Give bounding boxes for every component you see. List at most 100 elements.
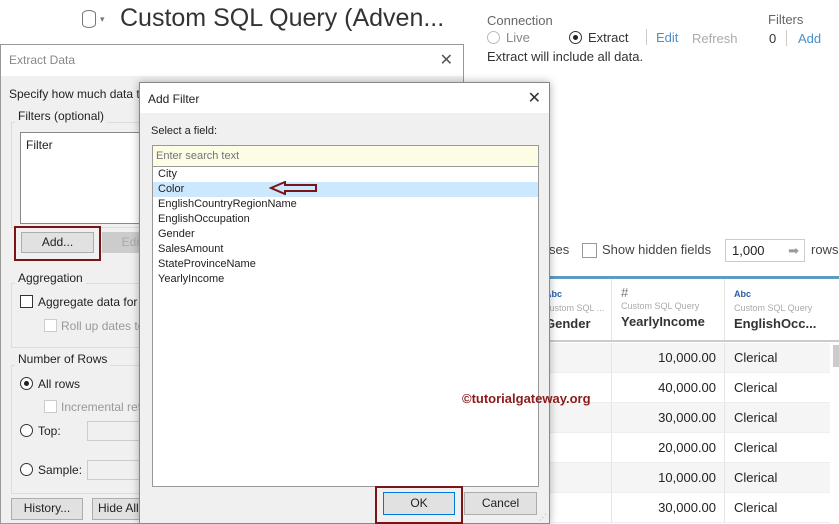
add-button[interactable]: Add...	[21, 232, 94, 253]
occupation-cell: Clerical	[725, 373, 830, 403]
income-cell: 30,000.00	[612, 403, 725, 433]
filters-label: Filters	[768, 12, 804, 27]
extract-note: Extract will include all data.	[487, 49, 644, 64]
income-cell: 10,000.00	[612, 463, 725, 493]
extract-radio[interactable]	[569, 31, 582, 44]
dialog-title-bar: Extract Data ✕	[1, 45, 463, 76]
red-arrow-annotation	[268, 180, 319, 196]
database-icon	[82, 10, 96, 28]
live-label: Live	[506, 30, 530, 45]
filters-group-label: Filters (optional)	[15, 109, 108, 123]
table-row: 10,000.00 Clerical	[549, 343, 830, 373]
number-type-icon: #	[621, 285, 629, 300]
occupation-cell: Clerical	[725, 433, 830, 463]
rows-value: 1,000	[732, 243, 765, 258]
table-row: 20,000.00 Clerical	[549, 433, 830, 463]
field-list[interactable]: City Color EnglishCountryRegionName English…	[152, 167, 539, 487]
sample-radio[interactable]	[20, 463, 33, 476]
chevron-down-icon[interactable]: ▾	[100, 14, 105, 25]
rows-label: rows	[811, 242, 839, 257]
column-header-gender[interactable]: Abc Custom SQL ... Gender	[549, 279, 612, 340]
divider	[786, 30, 787, 46]
connection-label: Connection	[487, 13, 553, 28]
watermark: ©tutorialgateway.org	[462, 391, 591, 406]
all-rows-radio[interactable]	[20, 377, 33, 390]
top-radio[interactable]	[20, 424, 33, 437]
income-cell: 20,000.00	[612, 433, 725, 463]
search-input[interactable]	[152, 145, 539, 167]
dialog-title: Extract Data	[9, 53, 76, 67]
column-source: Custom SQL Query	[621, 301, 700, 311]
income-cell: 30,000.00	[612, 493, 725, 523]
cancel-button[interactable]: Cancel	[464, 492, 537, 515]
string-type-icon: Abc	[734, 289, 752, 299]
rows-input[interactable]: 1,000 ➡	[725, 239, 805, 262]
field-item[interactable]: SalesAmount	[153, 242, 538, 257]
divider	[646, 29, 647, 45]
filter-column-header: Filter	[26, 138, 53, 152]
intro-text: Specify how much data to e	[9, 87, 157, 101]
aggregate-label: Aggregate data for vi	[38, 295, 150, 309]
close-icon[interactable]: ✕	[440, 50, 453, 70]
gender-cell	[549, 493, 612, 523]
table-row: 30,000.00 Clerical	[549, 403, 830, 433]
field-item[interactable]: Gender	[153, 227, 538, 242]
gender-cell	[549, 463, 612, 493]
field-item[interactable]: Color	[153, 182, 538, 197]
show-hidden-checkbox[interactable]	[582, 243, 597, 258]
add-filter-link[interactable]: Add	[798, 31, 821, 46]
table-row: 40,000.00 Clerical	[549, 373, 830, 403]
resize-grip-icon[interactable]: ⋰	[539, 513, 547, 522]
refresh-link[interactable]: Refresh	[692, 31, 738, 46]
extract-label: Extract	[588, 30, 629, 45]
ok-button[interactable]: OK	[383, 492, 455, 515]
aggregation-group-label: Aggregation	[15, 271, 86, 285]
top-label: Top:	[38, 424, 61, 438]
table-row: 10,000.00 Clerical	[549, 463, 830, 493]
close-icon[interactable]: ✕	[528, 88, 541, 108]
occupation-cell: Clerical	[725, 403, 830, 433]
sample-label: Sample:	[38, 463, 83, 477]
edit-link[interactable]: Edit	[656, 30, 678, 45]
column-source: Custom SQL Query	[734, 303, 813, 313]
income-cell: 40,000.00	[612, 373, 725, 403]
column-source: Custom SQL ...	[549, 303, 605, 313]
field-item[interactable]: EnglishOccupation	[153, 212, 538, 227]
field-item[interactable]: StateProvinceName	[153, 257, 538, 272]
column-header-yearlyincome[interactable]: # Custom SQL Query YearlyIncome	[612, 279, 725, 340]
live-radio[interactable]	[487, 31, 500, 44]
table-body: 10,000.00 Clerical 40,000.00 Clerical 30,000…	[549, 343, 830, 523]
history-button[interactable]: History...	[11, 498, 83, 520]
page-title: Custom SQL Query (Adven...	[120, 4, 445, 32]
rollup-label: Roll up dates to	[61, 319, 145, 333]
gender-cell	[549, 403, 612, 433]
field-item[interactable]: YearlyIncome	[153, 272, 538, 287]
field-item[interactable]: EnglishCountryRegionName	[153, 197, 538, 212]
incremental-label: Incremental refr	[61, 400, 146, 414]
filters-count: 0	[769, 31, 777, 46]
table-header: Abc Custom SQL ... Gender # Custom SQL Q…	[549, 279, 839, 342]
income-cell: 10,000.00	[612, 343, 725, 373]
table-row: 30,000.00 Clerical	[549, 493, 830, 523]
field-item[interactable]: City	[153, 167, 538, 182]
add-filter-dialog: Add Filter✕ Select a field: CityColorEng…	[139, 82, 550, 524]
aggregate-checkbox[interactable]	[20, 295, 33, 308]
all-rows-label: All rows	[38, 377, 81, 391]
column-header-englishoccupation[interactable]: Abc Custom SQL Query EnglishOcc...	[725, 279, 839, 340]
select-field-label: Select a field:	[151, 125, 218, 137]
table-scrollbar[interactable]	[833, 345, 839, 367]
column-name: Gender	[549, 316, 591, 331]
sample-input[interactable]	[87, 460, 147, 480]
rollup-checkbox[interactable]	[44, 319, 57, 332]
incremental-checkbox[interactable]	[44, 400, 57, 413]
string-type-icon: Abc	[549, 289, 563, 299]
occupation-cell: Clerical	[725, 343, 830, 373]
occupation-cell: Clerical	[725, 493, 830, 523]
show-hidden-label: Show hidden fields	[602, 242, 712, 257]
rows-group-label: Number of Rows	[15, 352, 111, 366]
occupation-cell: Clerical	[725, 463, 830, 493]
top-input[interactable]	[87, 421, 147, 441]
arrow-right-icon[interactable]: ➡	[788, 243, 799, 259]
column-name: EnglishOcc...	[734, 316, 817, 331]
gender-cell	[549, 433, 612, 463]
